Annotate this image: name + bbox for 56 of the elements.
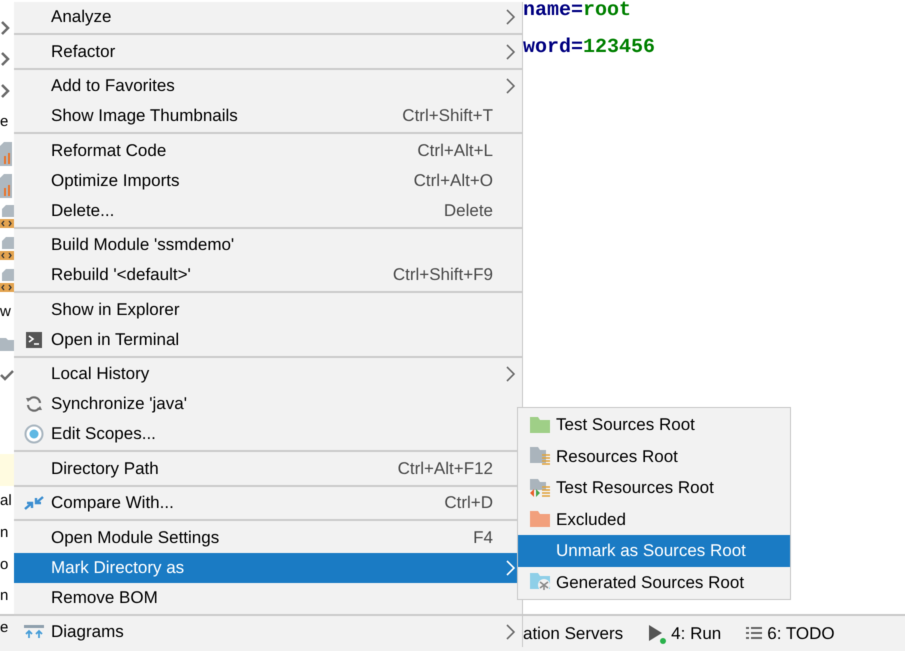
tree-item-label[interactable]: al bbox=[0, 490, 12, 513]
shortcut-label: Ctrl+Alt+O bbox=[414, 170, 493, 192]
code-line: name=root bbox=[523, 0, 632, 24]
file-icon bbox=[0, 174, 12, 198]
target-icon bbox=[24, 424, 44, 444]
tree-item-label[interactable]: n bbox=[0, 585, 8, 608]
diagram-icon bbox=[23, 625, 45, 639]
menu-item[interactable]: Refactor bbox=[14, 36, 522, 66]
highlighted-row bbox=[0, 454, 14, 486]
chevron-icon[interactable] bbox=[0, 20, 10, 35]
tree-item-label[interactable]: e bbox=[0, 616, 8, 640]
menu-item[interactable]: Optimize Imports Ctrl+Alt+O bbox=[14, 166, 522, 196]
menu-item[interactable]: Rebuild '<default>' Ctrl+Shift+F9 bbox=[14, 260, 522, 290]
menu-item[interactable]: Build Module 'ssmdemo' bbox=[14, 230, 522, 260]
code-line: word=123456 bbox=[523, 35, 656, 61]
xml-file-icon bbox=[0, 268, 14, 293]
xml-file-icon bbox=[0, 205, 14, 230]
menu-item[interactable]: Unmark as Sources Root bbox=[518, 535, 790, 566]
chevron-icon[interactable] bbox=[0, 52, 10, 66]
xml-file-icon bbox=[0, 236, 14, 261]
list-icon[interactable] bbox=[745, 626, 764, 642]
chevron-icon[interactable] bbox=[0, 84, 10, 98]
shortcut-label: Delete bbox=[444, 200, 493, 222]
folder-icon bbox=[529, 478, 551, 498]
shortcut-label: Ctrl+D bbox=[444, 492, 493, 514]
menu-item[interactable]: Local History bbox=[14, 359, 522, 389]
shortcut-label: Ctrl+Shift+T bbox=[402, 105, 493, 128]
tool-window-tab[interactable]: 4: Run bbox=[671, 620, 722, 646]
run-icon[interactable] bbox=[647, 624, 668, 644]
menu-item[interactable]: Delete... Delete bbox=[14, 196, 522, 226]
menu-item[interactable]: Add to Favorites bbox=[14, 71, 522, 101]
menu-item[interactable]: Reformat Code Ctrl+Alt+L bbox=[14, 136, 522, 166]
folder-icon bbox=[529, 510, 551, 528]
tool-window-tab[interactable]: ation Servers bbox=[523, 620, 624, 646]
menu-item[interactable]: Show Image Thumbnails Ctrl+Shift+T bbox=[14, 101, 522, 131]
refresh-icon bbox=[25, 395, 43, 413]
menu-item[interactable]: Show in Explorer bbox=[14, 294, 522, 324]
shortcut-label: Ctrl+Alt+L bbox=[417, 140, 493, 162]
shortcut-label: F4 bbox=[473, 526, 493, 549]
gear-icon bbox=[529, 572, 551, 592]
shortcut-label: Ctrl+Shift+F9 bbox=[392, 264, 493, 286]
tree-item-label[interactable]: e bbox=[0, 111, 8, 134]
compare-icon bbox=[23, 493, 45, 513]
menu-item[interactable]: Open in Terminal bbox=[14, 324, 522, 354]
tree-item-label[interactable]: n bbox=[0, 522, 8, 545]
folder-icon bbox=[529, 446, 551, 466]
menu-item[interactable]: Analyze bbox=[14, 2, 522, 32]
file-icon bbox=[0, 142, 12, 166]
menu-item[interactable]: Diagrams bbox=[14, 617, 522, 647]
check-icon bbox=[0, 369, 14, 382]
terminal-icon bbox=[25, 330, 43, 348]
folder-icon bbox=[529, 416, 551, 434]
tool-window-tab[interactable]: 6: TODO bbox=[767, 620, 835, 646]
shortcut-label: Ctrl+Alt+F12 bbox=[398, 458, 493, 480]
tree-item-label[interactable]: w bbox=[0, 300, 11, 324]
tree-item-label[interactable]: o bbox=[0, 554, 8, 576]
